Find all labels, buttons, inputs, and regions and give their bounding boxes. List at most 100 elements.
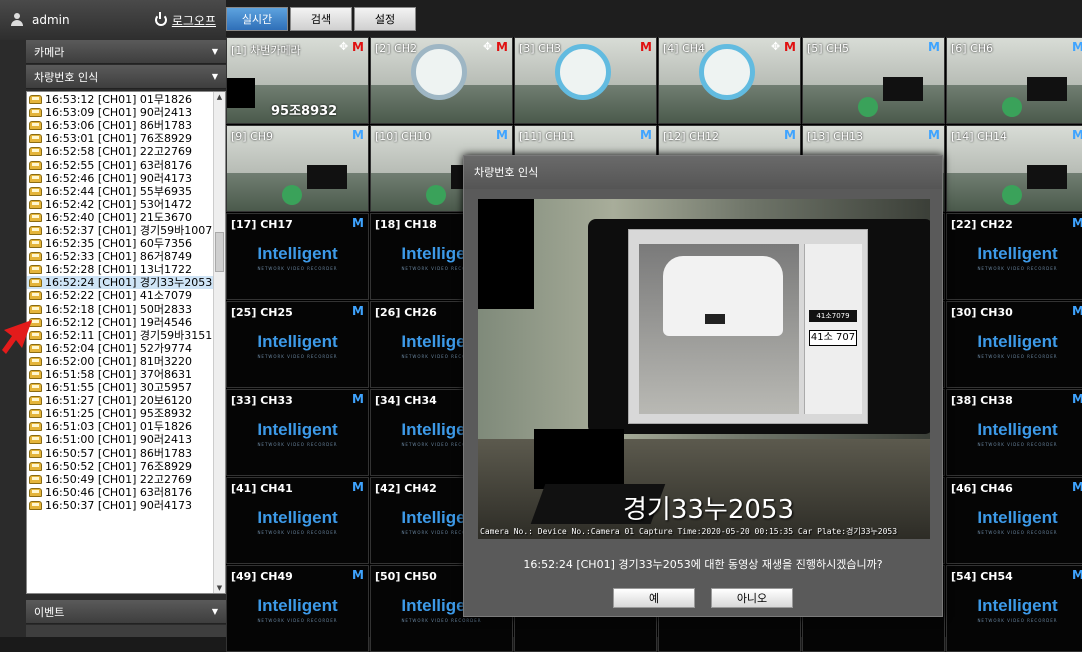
plate-entry-text: 16:51:55 [CH01] 30고5957 — [45, 381, 193, 395]
move-icon[interactable]: ✥ — [771, 41, 782, 52]
plate-list-item[interactable]: 16:52:44 [CH01] 55부6935 — [27, 185, 225, 198]
plate-list-item[interactable]: 16:50:57 [CH01] 86버1783 — [27, 447, 225, 460]
camera-tile[interactable]: [5] CH5 M — [802, 37, 945, 124]
scroll-down-icon[interactable]: ▼ — [215, 583, 224, 593]
camera-tile[interactable]: [6] CH6 M — [946, 37, 1082, 124]
yes-button[interactable]: 예 — [613, 588, 695, 608]
plate-list-item[interactable]: 16:52:35 [CH01] 60두7356 — [27, 237, 225, 250]
snapshot-plate-text: 경기33누2053 — [623, 495, 795, 525]
plate-list-item[interactable]: 16:52:04 [CH01] 52가9774 — [27, 342, 225, 355]
camera-tile[interactable]: [14] CH14 M — [946, 125, 1082, 212]
plate-list-item[interactable]: 16:52:55 [CH01] 63러8176 — [27, 158, 225, 172]
intelligent-logo: Intelligent — [257, 508, 338, 527]
motion-badge: M — [1072, 304, 1082, 318]
plate-list-item[interactable]: 16:53:09 [CH01] 90러2413 — [27, 106, 225, 119]
bottom-section-header[interactable] — [26, 625, 226, 637]
camera-tile[interactable]: [22] CH22 M Intelligent NETWORK VIDEO RECOR… — [946, 213, 1082, 300]
camera-tile[interactable]: [1] 차번카메라 M ✥ 95조8932 — [226, 37, 369, 124]
camera-tile[interactable]: [38] CH38 M Intelligent NETWORK VIDEO RECOR… — [946, 389, 1082, 476]
car-icon — [29, 435, 42, 445]
camera-label: [18] CH18 — [375, 218, 437, 231]
plate-list-item[interactable]: 16:52:28 [CH01] 13너1722 — [27, 263, 225, 276]
clock-image — [699, 44, 755, 100]
detected-plate: 95조8932 — [271, 104, 338, 119]
camera-tile[interactable]: [3] CH3 M — [514, 37, 657, 124]
car-icon — [29, 291, 42, 301]
intelligent-logo: Intelligent — [977, 332, 1058, 351]
camera-tile[interactable]: [9] CH9 M — [226, 125, 369, 212]
no-button[interactable]: 아니오 — [711, 588, 793, 608]
plate-list-item[interactable]: 16:52:46 [CH01] 90러4173 — [27, 172, 225, 185]
plate-list-item[interactable]: 16:51:58 [CH01] 37어8631 — [27, 368, 225, 381]
camera-section-header[interactable]: 카메라 ▼ — [26, 40, 226, 64]
camera-tile[interactable]: [49] CH49 M Intelligent NETWORK VIDEO RECOR… — [226, 565, 369, 652]
car-icon — [29, 356, 42, 366]
plate-list-item[interactable]: 16:52:37 [CH01] 경기59바1007 — [27, 224, 225, 237]
camera-label: [50] CH50 — [375, 570, 437, 583]
plate-list-item[interactable]: 16:51:27 [CH01] 20보6120 — [27, 394, 225, 407]
plate-list-item[interactable]: 16:52:33 [CH01] 86거8749 — [27, 250, 225, 263]
motion-badge: M — [1072, 568, 1082, 582]
plate-list-item[interactable]: 16:50:46 [CH01] 63러8176 — [27, 486, 225, 499]
tab-2[interactable]: 설정 — [354, 6, 416, 31]
camera-label: [26] CH26 — [375, 306, 437, 319]
motion-badge: M — [352, 480, 364, 494]
tab-1[interactable]: 검색 — [290, 6, 352, 31]
camera-tile[interactable]: [25] CH25 M Intelligent NETWORK VIDEO RECOR… — [226, 301, 369, 388]
plate-list-item[interactable]: 16:52:00 [CH01] 81머3220 — [27, 355, 225, 368]
plate-entry-text: 16:52:35 [CH01] 60두7356 — [45, 237, 193, 251]
plate-list-item[interactable]: 16:52:24 [CH01] 경기33누2053 — [27, 276, 225, 290]
plate-list-item[interactable]: 16:51:25 [CH01] 95조8932 — [27, 407, 225, 420]
move-icon[interactable]: ✥ — [339, 41, 350, 52]
camera-tile[interactable]: [33] CH33 M Intelligent NETWORK VIDEO RECOR… — [226, 389, 369, 476]
car-icon — [29, 409, 42, 419]
plate-list-item[interactable]: 16:51:03 [CH01] 01두1826 — [27, 420, 225, 433]
snapshot-small-plate: 41소7079 — [809, 310, 857, 322]
plate-list-item[interactable]: 16:53:06 [CH01] 86버1783 — [27, 119, 225, 132]
plate-list-item[interactable]: 16:51:55 [CH01] 30고5957 — [27, 381, 225, 394]
car-icon — [29, 278, 42, 288]
plate-list-item[interactable]: 16:50:37 [CH01] 90러4173 — [27, 499, 225, 512]
camera-tile[interactable]: [41] CH41 M Intelligent NETWORK VIDEO RECOR… — [226, 477, 369, 564]
event-section-header[interactable]: 이벤트 ▼ — [26, 600, 226, 624]
plate-list-item[interactable]: 16:52:58 [CH01] 22고2769 — [27, 145, 225, 158]
plate-list-item[interactable]: 16:52:11 [CH01] 경기59바3151 — [27, 329, 225, 342]
plate-list-item[interactable]: 16:53:12 [CH01] 01무1826 — [27, 93, 225, 106]
motion-badge: M — [352, 304, 364, 318]
plate-entry-text: 16:52:22 [CH01] 41소7079 — [45, 289, 193, 303]
car-icon — [29, 239, 42, 249]
plate-list-item[interactable]: 16:52:12 [CH01] 19러4546 — [27, 316, 225, 329]
camera-tile[interactable]: [46] CH46 M Intelligent NETWORK VIDEO RECOR… — [946, 477, 1082, 564]
move-icon[interactable]: ✥ — [483, 41, 494, 52]
plate-list-item[interactable]: 16:50:49 [CH01] 22고2769 — [27, 473, 225, 486]
car-icon — [29, 95, 42, 105]
plate-list-item[interactable]: 16:52:22 [CH01] 41소7079 — [27, 289, 225, 302]
scroll-thumb[interactable] — [215, 232, 224, 272]
car-icon — [29, 448, 42, 458]
plate-list-item[interactable]: 16:53:01 [CH01] 76조8929 — [27, 132, 225, 145]
camera-label: [5] CH5 — [807, 42, 850, 55]
plate-list-item[interactable]: 16:50:52 [CH01] 76조8929 — [27, 460, 225, 473]
plate-list-item[interactable]: 16:52:42 [CH01] 53어1472 — [27, 198, 225, 211]
camera-label: [38] CH38 — [951, 394, 1013, 407]
car-icon — [29, 461, 42, 471]
camera-tile[interactable]: [2] CH2 M ✥ — [370, 37, 513, 124]
plate-list-item[interactable]: 16:52:18 [CH01] 50머2833 — [27, 303, 225, 316]
plate-entry-text: 16:52:28 [CH01] 13너1722 — [45, 263, 193, 277]
tab-0[interactable]: 실시간 — [226, 6, 288, 31]
plate-list-item[interactable]: 16:51:00 [CH01] 90러2413 — [27, 433, 225, 446]
scroll-up-icon[interactable]: ▲ — [215, 92, 224, 102]
camera-tile[interactable]: [54] CH54 M Intelligent NETWORK VIDEO RECOR… — [946, 565, 1082, 652]
camera-tile[interactable]: [30] CH30 M Intelligent NETWORK VIDEO RECOR… — [946, 301, 1082, 388]
plate-list-scrollbar[interactable]: ▲ ▼ — [213, 92, 225, 593]
camera-tile[interactable]: [17] CH17 M Intelligent NETWORK VIDEO RECOR… — [226, 213, 369, 300]
plate-list-item[interactable]: 16:52:40 [CH01] 21도3670 — [27, 211, 225, 224]
plate-list: 16:53:12 [CH01] 01무1826 16:53:09 [CH01] 9… — [27, 92, 225, 512]
motion-badge: M — [1072, 40, 1082, 54]
motion-badge: M — [640, 128, 652, 142]
username: admin — [32, 13, 70, 27]
camera-label: [6] CH6 — [951, 42, 994, 55]
logout-button[interactable]: 로그오프 — [154, 12, 216, 29]
plate-section-header[interactable]: 차량번호 인식 ▼ — [26, 65, 226, 89]
camera-tile[interactable]: [4] CH4 M ✥ — [658, 37, 801, 124]
